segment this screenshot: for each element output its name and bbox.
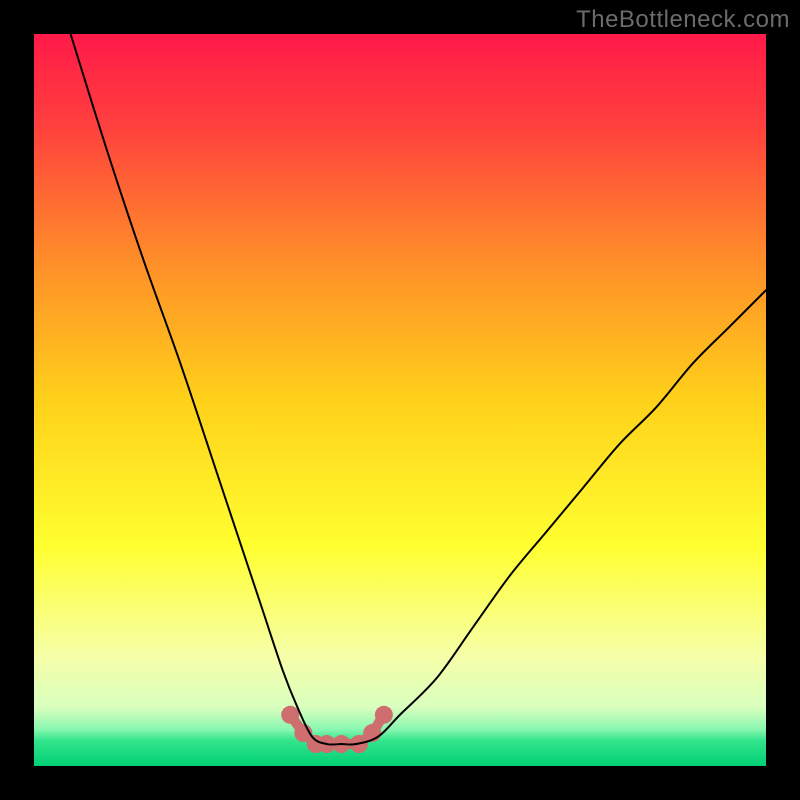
watermark-text: TheBottleneck.com	[576, 6, 790, 34]
chart-background	[34, 34, 766, 766]
chart-svg	[34, 34, 766, 766]
trough-marker-dot	[375, 706, 393, 724]
plot-area	[34, 34, 766, 766]
trough-marker-dot	[281, 706, 299, 724]
chart-frame: TheBottleneck.com	[0, 0, 800, 800]
